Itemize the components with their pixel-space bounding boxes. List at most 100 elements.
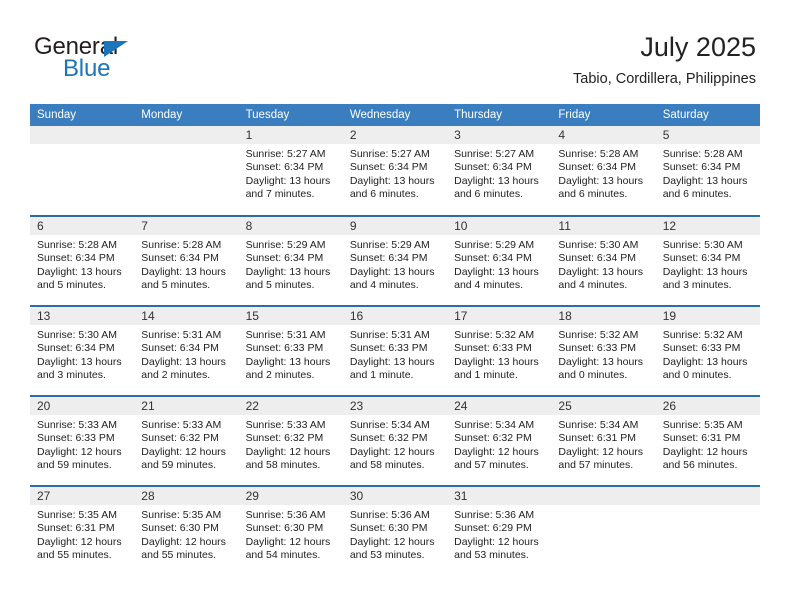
day-detail-sunrise: Sunrise: 5:32 AM bbox=[454, 329, 535, 341]
day-detail-sunset: Sunset: 6:32 PM bbox=[141, 432, 219, 445]
day-number: 10 bbox=[447, 217, 552, 235]
calendar-day-cell[interactable]: 29 Sunrise: 5:36 AM Sunset: 6:30 PM Dayligh… bbox=[238, 485, 343, 576]
brand-logo[interactable]: General Blue bbox=[34, 34, 294, 90]
calendar-day-cell[interactable]: 18 Sunrise: 5:32 AM Sunset: 6:33 PM Dayligh… bbox=[551, 305, 656, 396]
title-block: July 2025 Tabio, Cordillera, Philippines bbox=[573, 30, 756, 88]
calendar-day-cell[interactable]: 5 Sunrise: 5:28 AM Sunset: 6:34 PM Daylight… bbox=[655, 126, 760, 216]
calendar-week-row: 1 Sunrise: 5:27 AM Sunset: 6:34 PM Daylight… bbox=[30, 126, 760, 216]
calendar-day-cell[interactable]: 15 Sunrise: 5:31 AM Sunset: 6:33 PM Dayligh… bbox=[238, 305, 343, 396]
day-detail-daylight2: and 57 minutes. bbox=[558, 459, 634, 472]
day-detail-sunset: Sunset: 6:30 PM bbox=[141, 522, 219, 535]
calendar-day-cell[interactable]: 17 Sunrise: 5:32 AM Sunset: 6:33 PM Dayligh… bbox=[447, 305, 552, 396]
calendar-week-row: 6 Sunrise: 5:28 AM Sunset: 6:34 PM Daylight… bbox=[30, 215, 760, 306]
day-number: 30 bbox=[342, 487, 448, 505]
calendar-cell-inner: 19 Sunrise: 5:32 AM Sunset: 6:33 PM Dayligh… bbox=[655, 307, 760, 395]
day-detail-daylight1: Daylight: 13 hours bbox=[245, 265, 331, 278]
calendar-day-cell[interactable]: 30 Sunrise: 5:36 AM Sunset: 6:30 PM Dayligh… bbox=[342, 485, 448, 576]
calendar-day-cell[interactable]: 11 Sunrise: 5:30 AM Sunset: 6:34 PM Dayligh… bbox=[551, 215, 656, 306]
day-number: 8 bbox=[238, 217, 343, 235]
day-details: Sunrise: 5:27 AM Sunset: 6:34 PM Daylight:… bbox=[343, 144, 447, 202]
calendar-day-cell[interactable]: 9 Sunrise: 5:29 AM Sunset: 6:34 PM Daylight… bbox=[342, 215, 448, 306]
day-detail-daylight1: Daylight: 12 hours bbox=[37, 535, 122, 548]
calendar-cell-inner bbox=[655, 487, 760, 576]
calendar-day-cell[interactable]: 3 Sunrise: 5:27 AM Sunset: 6:34 PM Daylight… bbox=[447, 126, 552, 216]
day-detail-daylight2: and 57 minutes. bbox=[454, 459, 529, 472]
day-detail-daylight2: and 5 minutes. bbox=[37, 279, 106, 292]
calendar-day-cell[interactable]: 10 Sunrise: 5:29 AM Sunset: 6:34 PM Dayligh… bbox=[447, 215, 552, 306]
calendar-cell-inner: 24 Sunrise: 5:34 AM Sunset: 6:32 PM Dayligh… bbox=[447, 397, 552, 485]
day-detail-daylight1: Daylight: 13 hours bbox=[245, 355, 331, 368]
day-detail-sunrise: Sunrise: 5:27 AM bbox=[245, 148, 326, 160]
day-detail-daylight1: Daylight: 13 hours bbox=[141, 265, 226, 278]
calendar-cell-inner: 29 Sunrise: 5:36 AM Sunset: 6:30 PM Dayligh… bbox=[238, 487, 343, 576]
day-number: 17 bbox=[447, 307, 552, 325]
calendar-cell-inner bbox=[30, 126, 135, 215]
day-details: Sunrise: 5:34 AM Sunset: 6:31 PM Daylight:… bbox=[551, 415, 655, 473]
calendar-day-cell[interactable]: 12 Sunrise: 5:30 AM Sunset: 6:34 PM Dayligh… bbox=[655, 215, 760, 306]
calendar-cell-inner: 21 Sunrise: 5:33 AM Sunset: 6:32 PM Dayligh… bbox=[134, 397, 239, 485]
calendar-day-cell[interactable]: 27 Sunrise: 5:35 AM Sunset: 6:31 PM Dayligh… bbox=[30, 485, 135, 576]
day-details: Sunrise: 5:28 AM Sunset: 6:34 PM Daylight:… bbox=[551, 144, 655, 202]
calendar-day-cell[interactable]: 14 Sunrise: 5:31 AM Sunset: 6:34 PM Dayligh… bbox=[134, 305, 239, 396]
calendar-day-cell[interactable]: 6 Sunrise: 5:28 AM Sunset: 6:34 PM Daylight… bbox=[30, 215, 135, 306]
day-detail-sunset: Sunset: 6:32 PM bbox=[349, 432, 428, 445]
calendar-day-cell[interactable]: 7 Sunrise: 5:28 AM Sunset: 6:34 PM Daylight… bbox=[134, 215, 239, 306]
day-detail-daylight1: Daylight: 12 hours bbox=[454, 445, 539, 458]
calendar-day-cell[interactable]: 19 Sunrise: 5:32 AM Sunset: 6:33 PM Dayligh… bbox=[655, 305, 760, 396]
day-details: Sunrise: 5:29 AM Sunset: 6:34 PM Daylight:… bbox=[343, 235, 447, 293]
day-detail-daylight1: Daylight: 13 hours bbox=[37, 355, 122, 368]
calendar-day-cell[interactable]: 31 Sunrise: 5:36 AM Sunset: 6:29 PM Dayligh… bbox=[447, 485, 552, 576]
day-details: Sunrise: 5:33 AM Sunset: 6:32 PM Daylight:… bbox=[134, 415, 238, 473]
calendar-cell-inner: 28 Sunrise: 5:35 AM Sunset: 6:30 PM Dayligh… bbox=[134, 487, 239, 576]
calendar-day-cell[interactable]: 26 Sunrise: 5:35 AM Sunset: 6:31 PM Dayligh… bbox=[655, 395, 760, 486]
calendar-cell-inner: 10 Sunrise: 5:29 AM Sunset: 6:34 PM Dayligh… bbox=[447, 217, 552, 305]
day-number: 14 bbox=[134, 307, 239, 325]
day-detail-daylight2: and 55 minutes. bbox=[37, 549, 112, 562]
day-number bbox=[551, 487, 656, 505]
day-detail-daylight2: and 0 minutes. bbox=[558, 369, 628, 382]
day-detail-sunset: Sunset: 6:33 PM bbox=[37, 432, 115, 445]
calendar-day-cell[interactable]: 28 Sunrise: 5:35 AM Sunset: 6:30 PM Dayligh… bbox=[134, 485, 239, 576]
calendar-day-cell[interactable]: 16 Sunrise: 5:31 AM Sunset: 6:33 PM Dayligh… bbox=[342, 305, 448, 396]
calendar-cell-inner: 31 Sunrise: 5:36 AM Sunset: 6:29 PM Dayligh… bbox=[447, 487, 552, 576]
day-detail-sunset: Sunset: 6:32 PM bbox=[245, 432, 324, 445]
day-details: Sunrise: 5:31 AM Sunset: 6:34 PM Daylight:… bbox=[134, 325, 238, 383]
day-number: 18 bbox=[551, 307, 656, 325]
day-detail-daylight1: Daylight: 13 hours bbox=[349, 355, 435, 368]
day-details: Sunrise: 5:36 AM Sunset: 6:30 PM Daylight:… bbox=[239, 505, 343, 563]
day-number: 19 bbox=[655, 307, 760, 325]
day-detail-sunrise: Sunrise: 5:33 AM bbox=[37, 419, 117, 431]
calendar-cell-inner: 11 Sunrise: 5:30 AM Sunset: 6:34 PM Dayligh… bbox=[551, 217, 656, 305]
day-detail-sunrise: Sunrise: 5:34 AM bbox=[558, 419, 639, 431]
day-details: Sunrise: 5:32 AM Sunset: 6:33 PM Daylight:… bbox=[447, 325, 551, 383]
day-detail-sunset: Sunset: 6:34 PM bbox=[454, 252, 532, 265]
calendar-day-cell[interactable]: 23 Sunrise: 5:34 AM Sunset: 6:32 PM Dayligh… bbox=[342, 395, 448, 486]
calendar-day-cell[interactable]: 22 Sunrise: 5:33 AM Sunset: 6:32 PM Dayligh… bbox=[238, 395, 343, 486]
calendar-day-cell[interactable]: 4 Sunrise: 5:28 AM Sunset: 6:34 PM Daylight… bbox=[551, 126, 656, 216]
calendar-day-cell[interactable]: 20 Sunrise: 5:33 AM Sunset: 6:33 PM Dayligh… bbox=[30, 395, 135, 486]
day-detail-sunrise: Sunrise: 5:29 AM bbox=[349, 239, 430, 251]
calendar-day-cell[interactable]: 25 Sunrise: 5:34 AM Sunset: 6:31 PM Dayligh… bbox=[551, 395, 656, 486]
calendar-cell-inner: 22 Sunrise: 5:33 AM Sunset: 6:32 PM Dayligh… bbox=[238, 397, 343, 485]
calendar-day-cell[interactable]: 24 Sunrise: 5:34 AM Sunset: 6:32 PM Dayligh… bbox=[447, 395, 552, 486]
calendar-day-cell[interactable]: 13 Sunrise: 5:30 AM Sunset: 6:34 PM Dayligh… bbox=[30, 305, 135, 396]
calendar-day-cell[interactable]: 1 Sunrise: 5:27 AM Sunset: 6:34 PM Daylight… bbox=[238, 126, 343, 216]
day-detail-daylight2: and 56 minutes. bbox=[662, 459, 738, 472]
day-detail-daylight1: Daylight: 13 hours bbox=[558, 174, 644, 187]
calendar-cell-inner: 14 Sunrise: 5:31 AM Sunset: 6:34 PM Dayligh… bbox=[134, 307, 239, 395]
day-detail-sunrise: Sunrise: 5:34 AM bbox=[454, 419, 535, 431]
day-details: Sunrise: 5:31 AM Sunset: 6:33 PM Daylight:… bbox=[343, 325, 447, 383]
day-detail-sunset: Sunset: 6:34 PM bbox=[662, 252, 741, 265]
day-detail-sunset: Sunset: 6:33 PM bbox=[454, 342, 532, 355]
brand-name-blue: Blue bbox=[63, 55, 111, 82]
calendar-day-cell[interactable]: 21 Sunrise: 5:33 AM Sunset: 6:32 PM Dayligh… bbox=[134, 395, 239, 486]
calendar-cell-inner: 27 Sunrise: 5:35 AM Sunset: 6:31 PM Dayligh… bbox=[30, 487, 135, 576]
day-detail-daylight2: and 6 minutes. bbox=[558, 188, 628, 201]
day-detail-sunrise: Sunrise: 5:33 AM bbox=[141, 419, 222, 431]
calendar-day-cell[interactable]: 8 Sunrise: 5:29 AM Sunset: 6:34 PM Daylight… bbox=[238, 215, 343, 306]
day-details: Sunrise: 5:35 AM Sunset: 6:31 PM Daylight:… bbox=[656, 415, 760, 473]
calendar-day-cell[interactable]: 2 Sunrise: 5:27 AM Sunset: 6:34 PM Daylight… bbox=[342, 126, 448, 216]
day-detail-daylight1: Daylight: 13 hours bbox=[454, 355, 539, 368]
calendar-cell-inner: 26 Sunrise: 5:35 AM Sunset: 6:31 PM Dayligh… bbox=[655, 397, 760, 485]
day-detail-daylight2: and 59 minutes. bbox=[37, 459, 112, 472]
